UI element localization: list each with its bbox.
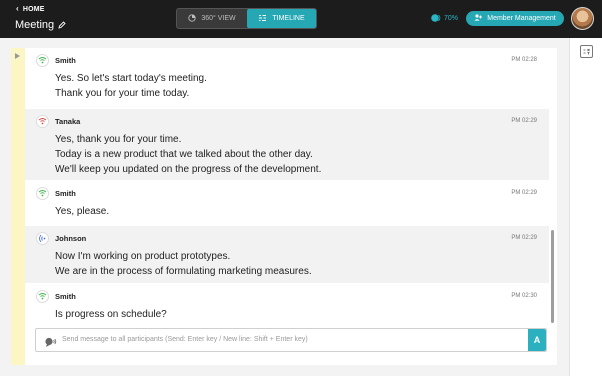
member-icon [474, 14, 483, 23]
signal-indicator: 70% [430, 13, 458, 24]
meeting-title: Meeting [15, 19, 66, 31]
send-button[interactable]: A [528, 329, 546, 351]
home-link[interactable]: ‹ HOME [16, 5, 45, 13]
message-text: Yes. So let's start today's meeting. Tha… [55, 71, 207, 101]
send-icon: A [533, 335, 541, 345]
message-time: PM 02:29 [511, 235, 537, 241]
message-text: Now I'm working on product prototypes. W… [55, 249, 312, 279]
speaker-name: Smith [55, 292, 76, 301]
speaker-avatar-icon [36, 54, 49, 67]
message-item: Smith PM 02:29 Yes, please. [25, 181, 549, 225]
360-view-icon [188, 13, 196, 24]
message-text: Is progress on schedule? [55, 307, 167, 322]
scrollbar[interactable] [551, 230, 554, 323]
view-toggle: 360° VIEW TIMELINE [176, 8, 317, 29]
avatar[interactable] [571, 7, 594, 30]
message-line: We are in the process of formulating mar… [55, 266, 312, 277]
speaker-icon [44, 335, 57, 353]
message-item: Smith PM 02:28 Yes. So let's start today… [25, 48, 549, 108]
right-rail [569, 38, 602, 376]
message-line: We'll keep you updated on the progress o… [55, 164, 322, 175]
view-360-button[interactable]: 360° VIEW [177, 9, 247, 28]
message-line: Now I'm working on product prototypes. [55, 251, 231, 262]
message-time: PM 02:29 [511, 118, 537, 124]
wave-mark [38, 57, 47, 61]
message-time: PM 02:30 [511, 293, 537, 299]
speaker-avatar-icon [36, 290, 49, 303]
meeting-title-text: Meeting [15, 19, 55, 31]
message-line: Yes. So let's start today's meeting. [55, 73, 207, 84]
message-item: Smith PM 02:30 Is progress on schedule? [25, 284, 549, 324]
top-bar: ‹ HOME Meeting 360° VIEW TIMELINE 70% Me… [0, 0, 602, 38]
speaker-name: Smith [55, 56, 76, 65]
play-icon[interactable] [15, 53, 20, 59]
home-label: HOME [22, 5, 45, 13]
message-list: Smith PM 02:28 Yes. So let's start today… [25, 48, 557, 324]
speaker-name: Smith [55, 189, 76, 198]
message-line: Is progress on schedule? [55, 309, 167, 320]
view-360-label: 360° VIEW [201, 15, 236, 22]
message-line: Yes, please. [55, 206, 110, 217]
signal-percent: 70% [444, 15, 459, 22]
message-line: Thank you for your time today. [55, 88, 190, 99]
message-input[interactable]: Send message to all participants (Send: … [35, 328, 547, 352]
pencil-icon[interactable] [58, 21, 66, 29]
message-placeholder: Send message to all participants (Send: … [62, 336, 308, 343]
timeline-icon [258, 14, 267, 24]
message-time: PM 02:28 [511, 57, 537, 63]
message-item: Tanaka PM 02:29 Yes, thank you for your … [25, 109, 549, 180]
speaker-avatar-icon [36, 115, 49, 128]
speaker-avatar-icon [36, 232, 49, 245]
message-line: Yes, thank you for your time. [55, 134, 182, 145]
message-text: Yes, please. [55, 204, 109, 219]
speaker-name: Johnson [55, 234, 87, 243]
speaker-name: Tanaka [55, 117, 81, 126]
timeline-label: TIMELINE [272, 15, 305, 22]
member-management-button[interactable]: Member Management [466, 11, 564, 26]
message-time: PM 02:29 [511, 190, 537, 196]
summary-icon[interactable] [580, 45, 593, 58]
member-management-label: Member Management [487, 15, 556, 22]
speaker-avatar-icon [36, 187, 49, 200]
chevron-left-icon: ‹ [16, 4, 19, 13]
message-line: Today is a new product that we talked ab… [55, 149, 313, 160]
message-text: Yes, thank you for your time. Today is a… [55, 132, 321, 177]
timeline-button[interactable]: TIMELINE [247, 9, 316, 28]
message-item: Johnson PM 02:29 Now I'm working on prod… [25, 226, 549, 283]
timeline-stripe [11, 48, 25, 365]
signal-icon [430, 13, 441, 24]
transcript-panel: Smith PM 02:28 Yes. So let's start today… [25, 48, 557, 365]
